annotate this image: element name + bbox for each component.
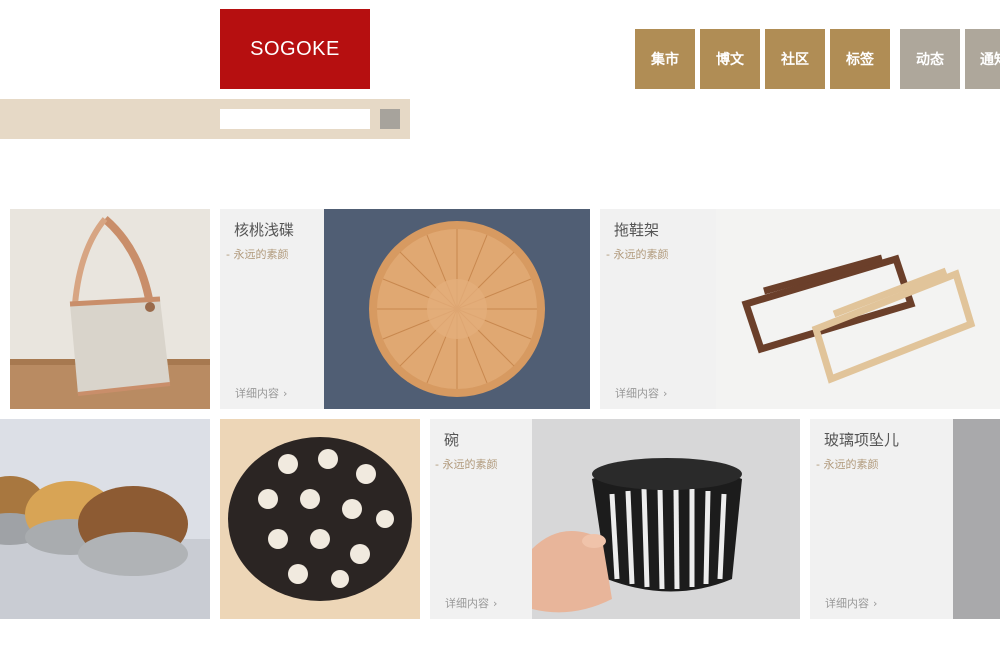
chevron-right-icon: ›	[663, 387, 668, 400]
search-input[interactable]	[220, 109, 370, 129]
search-button[interactable]	[380, 109, 400, 129]
nav-item-market[interactable]: 集市	[635, 29, 695, 89]
product-subtitle: - 永远的素颜	[226, 248, 289, 261]
product-subtitle: - 永远的素颜	[606, 248, 669, 261]
nav-item-tags[interactable]: 标签	[830, 29, 890, 89]
product-title[interactable]: 碗	[444, 429, 459, 450]
slipper-rack-image[interactable]	[716, 209, 1000, 409]
product-title[interactable]: 核桃浅碟	[234, 219, 294, 240]
nav-item-blog[interactable]: 博文	[700, 29, 760, 89]
nav-item-notifications[interactable]: 通知	[965, 29, 1000, 89]
product-info-card: 玻璃项坠儿 - 永远的素颜 详细内容 ›	[810, 419, 953, 619]
product-title[interactable]: 拖鞋架	[614, 219, 659, 240]
details-link[interactable]: 详细内容 ›	[235, 385, 287, 401]
search-bar	[0, 99, 410, 139]
details-label: 详细内容	[235, 387, 279, 400]
chevron-right-icon: ›	[873, 597, 878, 610]
site-logo[interactable]: SOGOKE	[220, 9, 370, 89]
striped-bowl-image[interactable]	[532, 419, 800, 619]
product-info-card: 碗 - 永远的素颜 详细内容 ›	[430, 419, 532, 619]
walnut-dish-image[interactable]	[324, 209, 590, 409]
glass-pendant-image[interactable]	[953, 419, 1000, 619]
details-label: 详细内容	[615, 387, 659, 400]
nav-item-activity[interactable]: 动态	[900, 29, 960, 89]
details-link[interactable]: 详细内容 ›	[445, 595, 497, 611]
nav-item-community[interactable]: 社区	[765, 29, 825, 89]
product-info-card: 核桃浅碟 - 永远的素颜 详细内容 ›	[220, 209, 324, 409]
product-title[interactable]: 玻璃项坠儿	[824, 429, 899, 450]
product-subtitle: - 永远的素颜	[816, 458, 879, 471]
product-subtitle: - 永远的素颜	[435, 458, 498, 471]
details-link[interactable]: 详细内容 ›	[615, 385, 667, 401]
details-label: 详细内容	[825, 597, 869, 610]
details-label: 详细内容	[445, 597, 489, 610]
flower-plate-image[interactable]	[220, 419, 420, 619]
details-link[interactable]: 详细内容 ›	[825, 595, 877, 611]
chevron-right-icon: ›	[283, 387, 288, 400]
chevron-right-icon: ›	[493, 597, 498, 610]
tote-bag-image[interactable]	[10, 209, 210, 409]
product-info-card: 拖鞋架 - 永远的素颜 详细内容 ›	[600, 209, 716, 409]
wooden-pebbles-image[interactable]	[0, 419, 210, 619]
